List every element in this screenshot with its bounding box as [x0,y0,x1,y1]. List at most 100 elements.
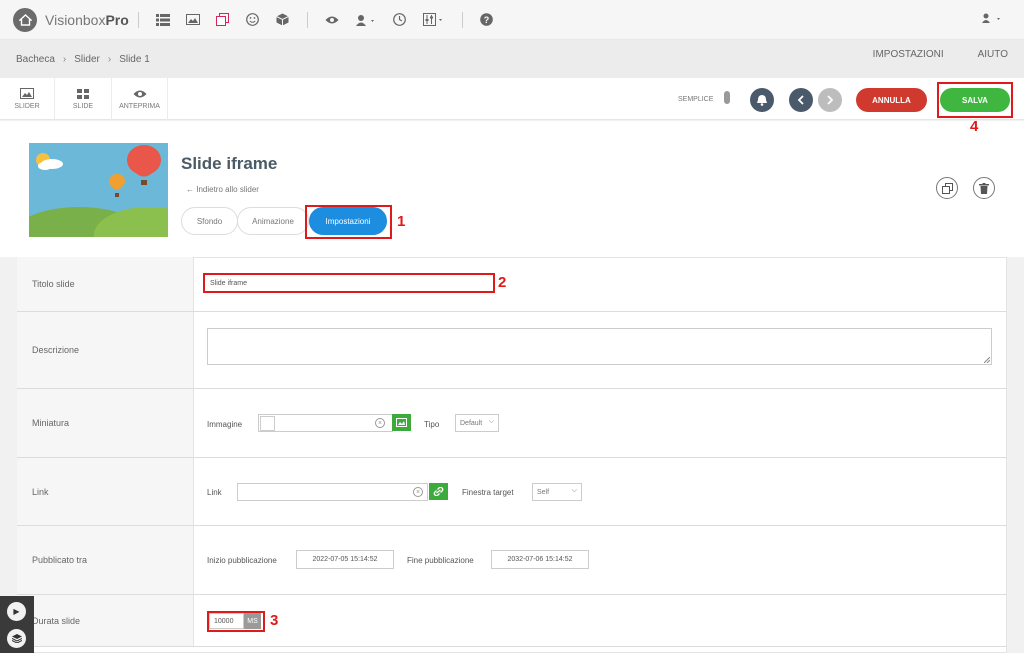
target-select[interactable]: Self ⌵ [532,483,582,501]
tool-label: ANTEPRIMA [119,103,160,110]
clear-icon[interactable]: × [413,487,423,497]
description-textarea[interactable] [207,328,992,365]
cube-icon[interactable] [276,13,290,27]
field-label: Descrizione [17,312,194,388]
chevron-down-icon: ⌵ [488,418,494,425]
tab-background[interactable]: Sfondo [181,207,238,235]
previous-slide-button[interactable] [789,88,813,112]
breadcrumb-bar: Bacheca › Slider › Slide 1 [0,40,1024,78]
type-select[interactable]: Default ⌵ [455,414,499,432]
start-label: Inizio pubblicazione [207,556,277,565]
pick-image-button[interactable] [392,414,411,431]
duplicate-button[interactable] [936,177,958,199]
play-icon[interactable]: ▶ [7,602,26,621]
end-label: Fine pubblicazione [407,556,474,565]
layers-icon[interactable] [7,629,26,648]
link-label: Link [207,488,222,497]
copy-icon[interactable] [216,13,230,27]
annotation-number: 4 [970,118,979,135]
image-preview [260,415,275,431]
bell-icon [757,95,767,106]
chevron-right-icon: › [62,53,67,65]
user-menu-icon[interactable] [982,13,1004,26]
cancel-button[interactable]: ANNULLA [856,88,927,112]
slide-thumbnail [29,143,168,237]
eye-icon[interactable] [325,13,339,27]
top-navbar: VisionboxPro ? [0,0,1024,40]
form-row-thumbnail: Miniatura Immagine × Tipo Default ⌵ [17,389,1007,458]
form-row-link: Link Link × Finestra target Self ⌵ [17,458,1007,526]
divider [306,11,308,28]
resize-handle-icon[interactable] [984,357,990,363]
breadcrumb-item[interactable]: Slider [74,54,100,65]
field-label: Pubblicato tra [17,526,194,594]
grid-icon [76,88,90,99]
chevron-left-icon [797,95,804,105]
type-value: Default [460,419,483,427]
form-row-description: Descrizione [17,312,1007,389]
slider-tool-button[interactable]: SLIDER [0,78,55,120]
trash-icon [979,182,989,194]
mode-toggle[interactable] [724,91,730,104]
tool-label: SLIDER [14,103,40,110]
tool-label: SLIDE [72,103,94,110]
breadcrumb: Bacheca › Slider › Slide 1 [16,54,150,65]
form-row-publish: Pubblicato tra Inizio pubblicazione 2022… [17,526,1007,595]
list-icon[interactable] [155,13,170,27]
help-icon[interactable]: ? [480,13,494,27]
type-label: Tipo [424,420,440,429]
smiley-icon[interactable] [246,13,260,27]
brand-name: VisionboxPro [45,11,129,28]
image-icon[interactable] [185,13,200,27]
image-icon [20,88,34,99]
image-icon [396,418,407,427]
top-right-links: IMPOSTAZIONI AIUTO [873,49,1008,60]
delete-button[interactable] [973,177,995,199]
chevron-down-icon: ⌵ [571,487,577,494]
help-link[interactable]: AIUTO [978,49,1008,60]
home-logo-icon[interactable] [13,7,37,32]
svg-text:?: ? [484,15,490,25]
user-icon[interactable] [355,13,377,27]
field-label: Titolo slide [17,257,194,311]
field-label: Miniatura [17,389,194,457]
link-input[interactable] [237,483,428,501]
slide-title: Slide iframe [181,154,278,173]
clock-icon[interactable] [393,13,407,27]
target-value: Self [537,488,550,496]
slide-tool-button[interactable]: SLIDE [55,78,112,120]
eye-icon [133,88,147,99]
next-slide-button[interactable] [818,88,842,112]
annotation-number: 2 [498,274,507,291]
settings-link[interactable]: IMPOSTAZIONI [873,49,944,60]
image-label: Immagine [207,420,243,429]
floating-side-panel: ▶ [0,596,34,653]
tab-animation[interactable]: Animazione [237,207,309,235]
annotation-box [305,205,392,239]
notifications-button[interactable] [750,88,774,112]
field-label: Link [17,458,194,525]
field-label: Durata slide [17,595,194,646]
sliders-icon[interactable] [422,13,445,27]
annotation-box [207,611,265,632]
image-input[interactable] [258,414,393,432]
divider [137,11,139,28]
back-to-slider-link[interactable]: ← Indietro allo slider [186,185,259,194]
form-row-duration: Durata slide 10000 MS [17,595,1007,647]
annotation-box [937,82,1013,118]
start-date-input[interactable]: 2022-07-05 15:14:52 [296,550,394,569]
annotation-number: 1 [397,213,406,230]
chevron-right-icon: › [107,53,112,65]
annotation-box [203,273,495,293]
pick-link-button[interactable] [429,483,448,500]
clear-icon[interactable]: × [375,418,385,428]
breadcrumb-item: Slide 1 [119,53,150,65]
link-icon [433,487,444,496]
breadcrumb-item[interactable]: Bacheca [16,54,55,65]
annotation-number: 3 [270,612,279,629]
target-label: Finestra target [462,488,514,497]
form-row-title: Titolo slide Slide iframe [17,257,1007,312]
arrow-left-icon: ← [186,185,197,194]
end-date-input[interactable]: 2032-07-06 15:14:52 [491,550,589,569]
preview-tool-button[interactable]: ANTEPRIMA [112,78,168,120]
